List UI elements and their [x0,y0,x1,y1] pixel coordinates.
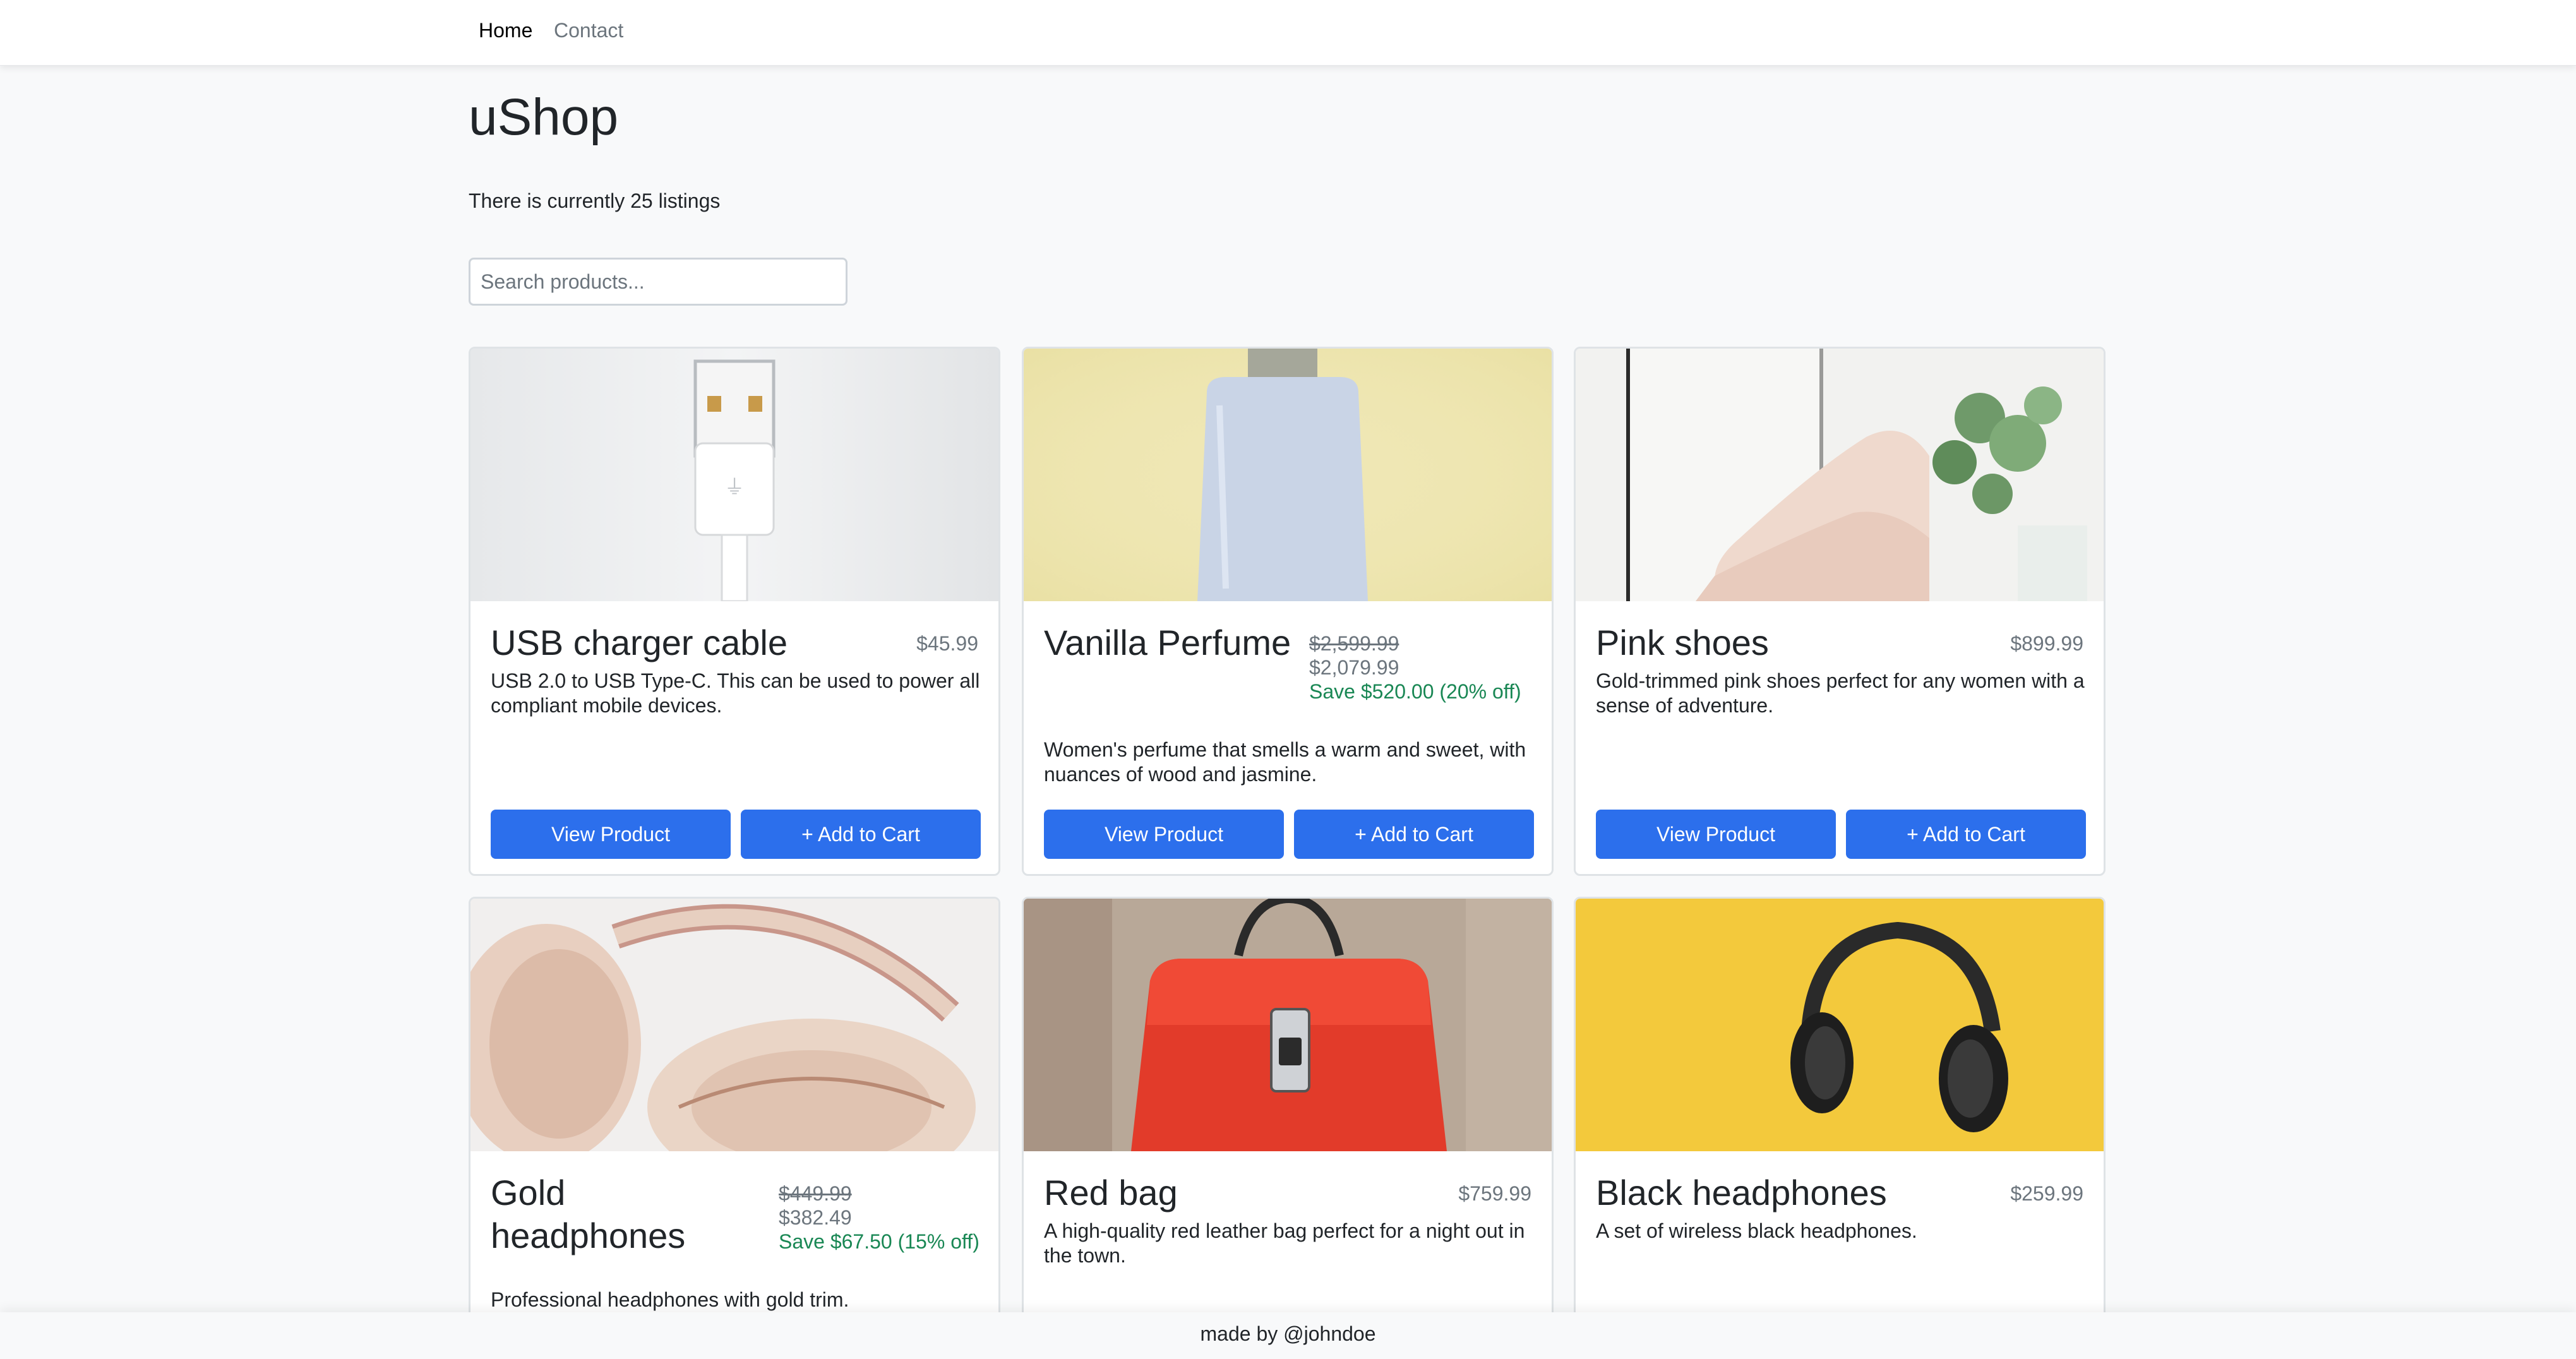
product-card: Red bag $759.99 A high-quality red leath… [1022,897,1554,1320]
product-price: $2,079.99 [1309,656,1399,679]
product-price-box: $899.99 [2010,632,2083,656]
product-title: Pink shoes [1596,623,1769,662]
product-description: Professional headphones with gold trim. [491,1288,849,1311]
product-old-price: $2,599.99 [1309,632,1399,655]
product-title: Vanilla Perfume [1044,623,1291,662]
nav-contact-link[interactable]: Contact [554,18,623,43]
product-image[interactable] [470,899,998,1151]
product-price: $899.99 [2010,632,2083,655]
product-price: $382.49 [779,1206,852,1229]
product-card: ⏚ USB charger cable $45.99 USB 2.0 to US… [469,347,1000,876]
product-card: Black headphones $259.99 A set of wirele… [1574,897,2106,1320]
product-title: Red bag [1044,1173,1178,1212]
product-card: Vanilla Perfume $2,599.99 $2,079.99 Save… [1022,347,1554,876]
view-product-button[interactable]: View Product [491,810,731,859]
product-price-box: $759.99 [1458,1182,1531,1206]
product-image[interactable] [1576,349,2104,601]
product-description: Gold-trimmed pink shoes perfect for any … [1596,669,2085,717]
product-title: Gold headphones [491,1173,686,1255]
product-savings: Save $520.00 (20% off) [1309,680,1521,703]
view-product-button[interactable]: View Product [1596,810,1836,859]
product-price: $759.99 [1458,1182,1531,1205]
navbar: Home Contact [0,0,2576,66]
product-price-box: $259.99 [2010,1182,2083,1206]
product-image[interactable]: ⏚ [470,349,998,601]
product-description: A high-quality red leather bag perfect f… [1044,1219,1525,1267]
product-image[interactable] [1024,349,1552,601]
page-title: uShop [469,88,619,146]
product-description: A set of wireless black headphones. [1596,1219,1917,1242]
add-to-cart-button[interactable]: + Add to Cart [741,810,981,859]
product-card: Pink shoes $899.99 Gold-trimmed pink sho… [1574,347,2106,876]
product-image[interactable] [1576,899,2104,1151]
product-title: USB charger cable [491,623,788,662]
product-card: Gold headphones $449.99 $382.49 Save $67… [469,897,1000,1320]
product-price: $259.99 [2010,1182,2083,1205]
listings-count: There is currently 25 listings [469,189,721,212]
product-old-price: $449.99 [779,1182,852,1205]
footer-credit: made by @johndoe [1200,1322,1376,1345]
search-input[interactable] [469,258,848,306]
product-image[interactable] [1024,899,1552,1151]
add-to-cart-button[interactable]: + Add to Cart [1294,810,1534,859]
product-price-box: $2,599.99 $2,079.99 Save $520.00 (20% of… [1309,632,1543,703]
footer: made by @johndoe [0,1312,2576,1359]
product-price-box: $45.99 [916,632,978,656]
product-savings: Save $67.50 (15% off) [779,1230,979,1253]
view-product-button[interactable]: View Product [1044,810,1284,859]
product-description: USB 2.0 to USB Type-C. This can be used … [491,669,980,717]
product-price-box: $449.99 $382.49 Save $67.50 (15% off) [779,1182,998,1254]
product-price: $45.99 [916,632,978,655]
add-to-cart-button[interactable]: + Add to Cart [1846,810,2086,859]
svg-text:⏚: ⏚ [724,475,745,499]
product-title: Black headphones [1596,1173,1887,1212]
product-description: Women's perfume that smells a warm and s… [1044,738,1526,786]
nav-home-link[interactable]: Home [479,18,532,43]
